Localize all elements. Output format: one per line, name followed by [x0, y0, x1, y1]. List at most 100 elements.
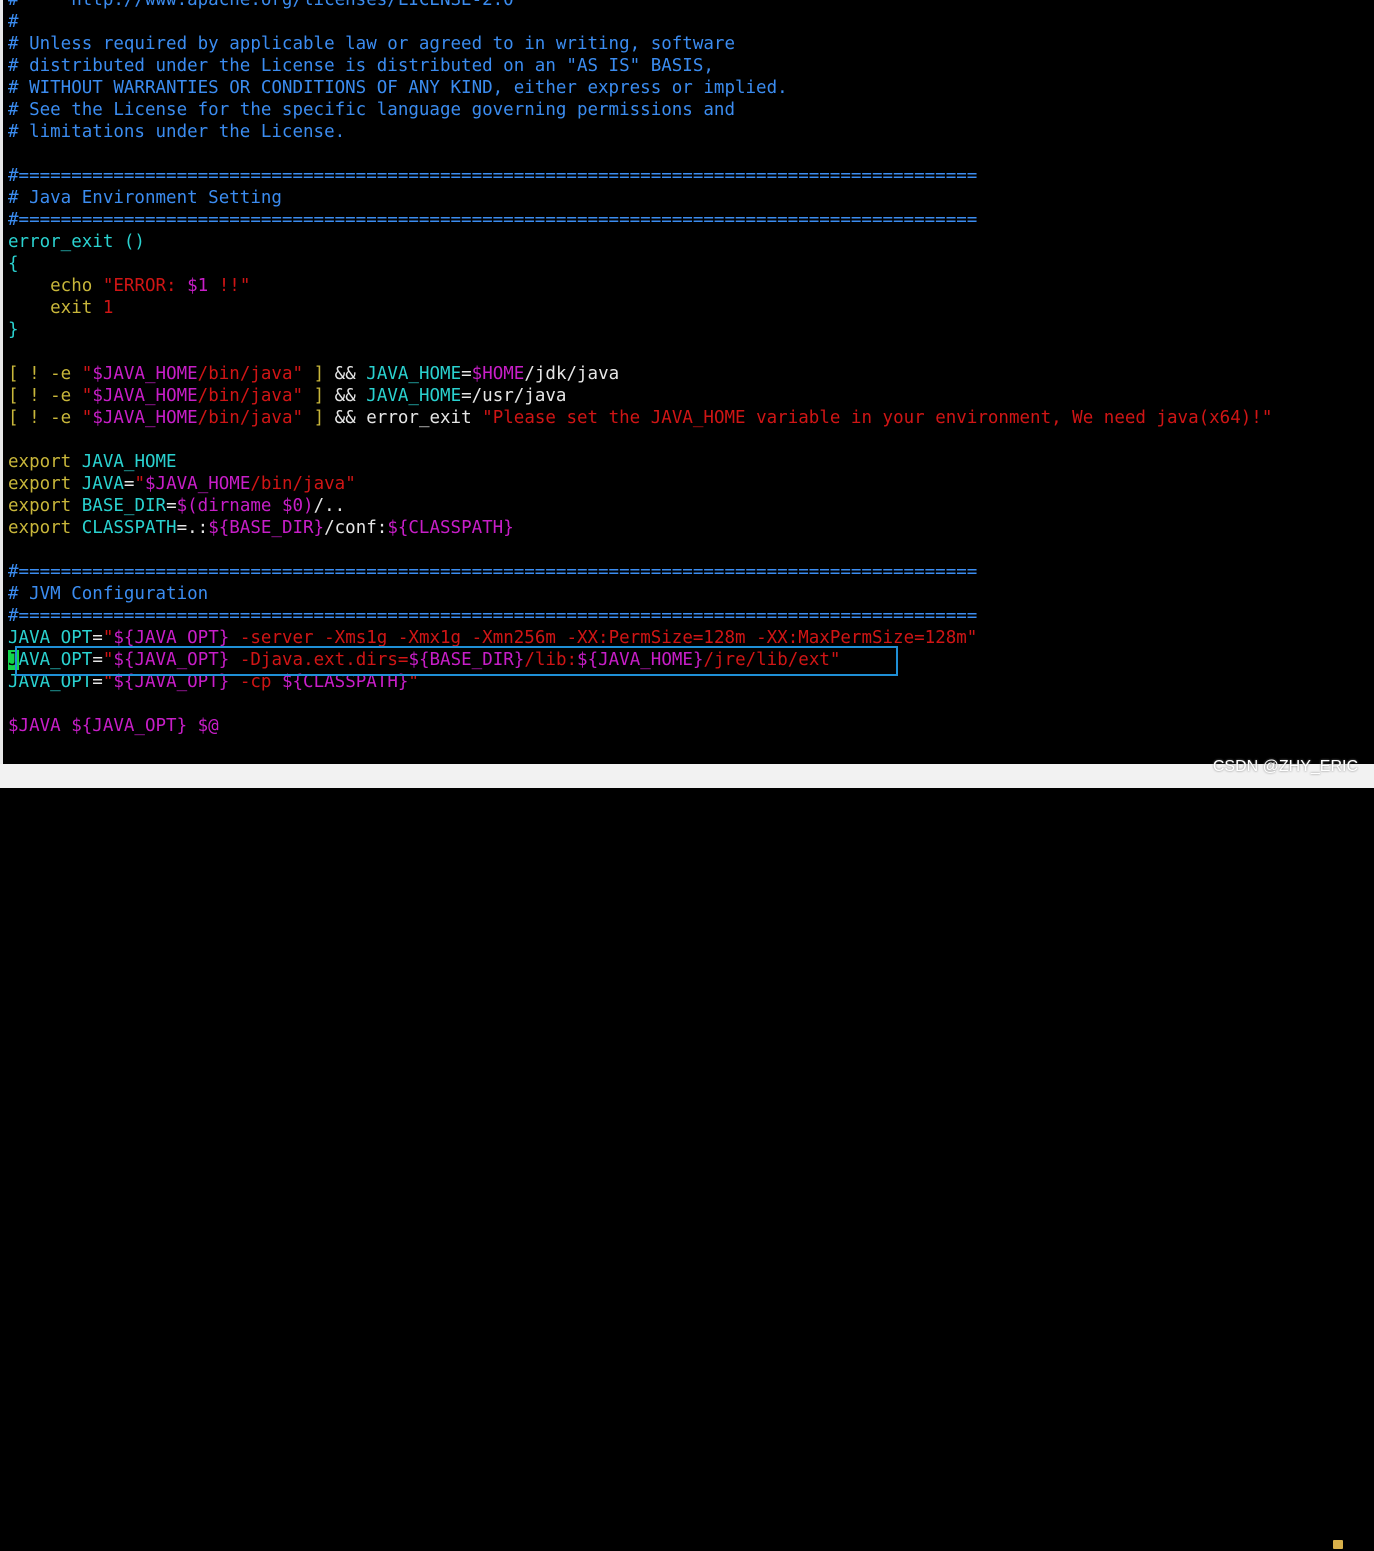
code-line: # WITHOUT WARRANTIES OR CONDITIONS OF AN… — [8, 77, 1272, 99]
code-token: ${CLASSPATH} — [281, 672, 409, 692]
code-token: # limitations under the License. — [8, 122, 346, 142]
code-token: $1 — [187, 276, 209, 296]
code-token: " — [345, 474, 356, 494]
code-token: /jre/lib/ext" — [703, 650, 841, 670]
code-token: " — [292, 364, 304, 384]
code-token: # WITHOUT WARRANTIES OR CONDITIONS OF AN… — [8, 78, 788, 98]
code-token: /bin/java — [197, 386, 293, 406]
code-line: # http://www.apache.org/licenses/LICENSE… — [8, 0, 1272, 11]
code-token: # See the License for the specific langu… — [8, 100, 735, 120]
code-token: " — [408, 672, 419, 692]
code-token: export — [8, 452, 82, 472]
code-line: [ ! -e "$JAVA_HOME/bin/java" ] && JAVA_H… — [8, 385, 1272, 407]
code-token: /lib: — [524, 650, 578, 670]
code-line: # — [8, 11, 1272, 33]
code-token: /bin/java — [250, 474, 346, 494]
code-token: " — [81, 408, 93, 428]
code-token: #=======================================… — [8, 606, 978, 626]
code-token: /jdk/java — [524, 364, 620, 384]
code-token: ${CLASSPATH} — [387, 518, 514, 538]
code-token: && — [324, 386, 367, 406]
terminal-editor[interactable]: # http://www.apache.org/licenses/LICENSE… — [3, 0, 1374, 764]
code-line: error_exit () — [8, 231, 1272, 253]
code-token: ${JAVA_HOME} — [577, 650, 704, 670]
code-token: = — [123, 474, 135, 494]
code-token: # http://www.apache.org/licenses/LICENSE… — [8, 0, 514, 10]
code-line: JAVA_OPT="${JAVA_OPT} -Djava.ext.dirs=${… — [8, 649, 1272, 671]
code-token: /bin/java — [197, 364, 293, 384]
code-token: #=======================================… — [8, 562, 978, 582]
code-token: $JAVA_HOME — [92, 408, 198, 428]
code-token: exit — [8, 298, 103, 318]
code-token: = — [166, 496, 177, 516]
code-token: ${JAVA_OPT} — [113, 650, 230, 670]
code-token: " — [292, 386, 304, 406]
code-token: #=======================================… — [8, 166, 978, 186]
code-line: $JAVA ${JAVA_OPT} $@ — [8, 715, 1272, 737]
code-token: $JAVA_HOME — [92, 386, 198, 406]
code-line: # limitations under the License. — [8, 121, 1272, 143]
code-token: -server -Xms1g -Xmx1g -Xmn256m -XX:PermS… — [229, 628, 978, 648]
code-line: export JAVA="$JAVA_HOME/bin/java" — [8, 473, 1272, 495]
code-token: = — [92, 650, 103, 670]
code-token: ] — [303, 364, 325, 384]
lock-icon — [1333, 1540, 1343, 1549]
status-bar: SSH — [0, 764, 1374, 1551]
code-token: /conf: — [324, 518, 388, 538]
code-token: BASE_DIR — [81, 496, 167, 516]
code-token: $HOME — [471, 364, 525, 384]
code-line: export JAVA_HOME — [8, 451, 1272, 473]
code-token: = — [92, 628, 103, 648]
code-line: JAVA_OPT="${JAVA_OPT} -server -Xms1g -Xm… — [8, 627, 1272, 649]
code-token: AVA_OPT — [18, 650, 93, 670]
code-token: [ ! -e — [8, 364, 82, 384]
code-token: JAVA_OPT — [8, 628, 93, 648]
code-line: #=======================================… — [8, 561, 1272, 583]
code-token: " — [81, 364, 93, 384]
code-line: echo "ERROR: $1 !!" — [8, 275, 1272, 297]
code-token: export — [8, 496, 82, 516]
code-token: "Please set the JAVA_HOME variable in yo… — [482, 408, 1273, 428]
code-token: = — [461, 364, 472, 384]
code-line: exit 1 — [8, 297, 1272, 319]
code-token: -cp — [229, 672, 282, 692]
code-token: #=======================================… — [8, 210, 978, 230]
code-token: =/usr/java — [461, 386, 567, 406]
code-token: echo — [8, 276, 103, 296]
ssh-indicator: SSH — [1347, 1536, 1374, 1551]
watermark: CSDN @ZHY_ERIC — [1212, 758, 1358, 775]
code-token: JAVA_HOME — [366, 364, 462, 384]
code-token: 1 — [102, 298, 114, 318]
code-token: JAVA_HOME — [81, 452, 177, 472]
code-token: # — [8, 12, 19, 32]
code-line: # Unless required by applicable law or a… — [8, 33, 1272, 55]
code-line: # Java Environment Setting — [8, 187, 1272, 209]
code-token: ] — [303, 386, 325, 406]
code-token: export — [8, 518, 82, 538]
code-token: # Unless required by applicable law or a… — [8, 34, 735, 54]
code-token: " — [102, 650, 114, 670]
code-token: ${JAVA_OPT} — [113, 672, 230, 692]
code-token: ] — [303, 408, 325, 428]
code-line: [ ! -e "$JAVA_HOME/bin/java" ] && error_… — [8, 407, 1272, 429]
code-token: $JAVA_HOME — [92, 364, 198, 384]
code-token: && — [324, 364, 367, 384]
code-line: export BASE_DIR=$(dirname $0)/.. — [8, 495, 1272, 517]
code-line: #=======================================… — [8, 605, 1272, 627]
code-token: && error_exit — [324, 408, 483, 428]
code-token: $JAVA ${JAVA_OPT} $@ — [8, 716, 219, 736]
code-token: JAVA_HOME — [366, 386, 462, 406]
code-token: ${BASE_DIR} — [408, 650, 525, 670]
code-token: { — [8, 254, 19, 274]
code-token: $JAVA_HOME — [145, 474, 251, 494]
code-line: } — [8, 319, 1272, 341]
code-token: " — [81, 386, 93, 406]
code-token: ${BASE_DIR} — [208, 518, 325, 538]
code-token: = — [92, 672, 103, 692]
code-token: " — [102, 672, 114, 692]
code-token: /.. — [313, 496, 346, 516]
